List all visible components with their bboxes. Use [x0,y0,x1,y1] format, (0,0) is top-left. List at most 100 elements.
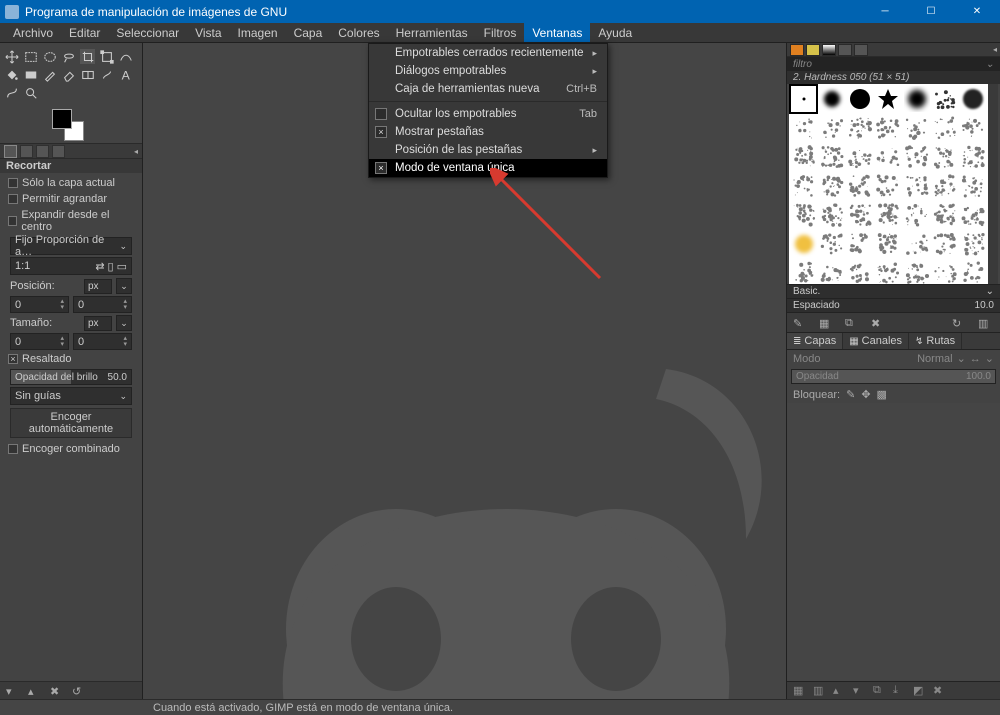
tab-images[interactable] [52,145,65,158]
portrait-icon[interactable]: ▯ [108,260,114,273]
brush-cell[interactable] [960,230,987,258]
brush-cell[interactable] [790,114,817,142]
tab-layers[interactable]: ≣Capas [787,333,843,349]
opt-allow-grow[interactable]: Permitir agrandar [4,191,138,207]
brush-cell[interactable] [960,143,987,171]
brush-cell[interactable] [847,172,874,200]
refresh-brush-icon[interactable]: ↻ [952,317,964,329]
brush-filter[interactable]: filtro⌄ [787,57,1000,71]
zoom-icon[interactable] [23,85,38,100]
transform-icon[interactable] [99,49,114,64]
brush-cell[interactable] [818,114,845,142]
menuitem[interactable]: ×Mostrar pestañas [369,123,607,141]
lock-pixels-icon[interactable]: ✎ [846,388,855,401]
open-as-image-icon[interactable]: ▥ [978,317,990,329]
size-h-input[interactable]: 0▴▾ [73,333,132,350]
mask-icon[interactable]: ◩ [913,684,925,697]
path-icon[interactable] [4,85,19,100]
tab-tool-options[interactable] [4,145,17,158]
brush-cell[interactable] [960,172,987,200]
opt-shrink-merged[interactable]: Encoger combinado [4,441,138,457]
tab-patterns[interactable] [806,44,820,56]
close-button[interactable]: ✕ [954,0,1000,23]
eraser-icon[interactable] [61,67,76,82]
minimize-button[interactable]: ─ [862,0,908,23]
position-unit[interactable]: px [84,279,112,294]
menu-colores[interactable]: Colores [330,23,387,42]
brush-cell[interactable] [875,259,902,284]
menuitem[interactable]: Ocultar los empotrablesTab [369,105,607,123]
raise-layer-icon[interactable]: ▴ [833,684,845,697]
lock-position-icon[interactable]: ✥ [861,388,870,401]
menuitem[interactable]: Diálogos empotrables▸ [369,62,607,80]
new-brush-icon[interactable]: ▦ [819,317,831,329]
bucket-icon[interactable] [4,67,19,82]
rect-select-icon[interactable] [23,49,38,64]
pos-y-input[interactable]: 0▴▾ [73,296,132,313]
chevron-down-icon[interactable]: ⌄ [116,315,132,331]
layer-mode-row[interactable]: ModoNormal⌄↔⌄ [787,350,1000,367]
aspect-ratio-field[interactable]: 1:1⇄▯▭ [10,257,132,275]
brush-cell[interactable] [847,230,874,258]
duplicate-layer-icon[interactable]: ⧉ [873,684,885,697]
crop-tool-icon[interactable] [80,49,95,64]
brush-cell[interactable] [931,172,958,200]
brush-cell[interactable] [790,172,817,200]
brush-cell[interactable] [847,114,874,142]
swap-icon[interactable]: ⇄ [95,260,104,273]
text-tool-icon[interactable]: A [118,67,133,82]
brush-preset-row[interactable]: Basic.⌄ [787,284,1000,298]
brush-spacing-row[interactable]: Espaciado10.0 [787,298,1000,312]
brush-cell[interactable] [847,259,874,284]
brush-cell[interactable] [818,172,845,200]
menu-ayuda[interactable]: Ayuda [590,23,640,42]
brush-cell[interactable] [818,259,845,284]
brush-cell[interactable] [931,85,958,113]
brush-cell[interactable] [931,143,958,171]
menuitem[interactable]: Caja de herramientas nuevaCtrl+B [369,80,607,98]
menu-imagen[interactable]: Imagen [230,23,286,42]
opt-highlight[interactable]: Resaltado [4,351,138,367]
tab-history[interactable] [854,44,868,56]
brush-cell[interactable] [960,85,987,113]
delete-layer-icon[interactable]: ✖ [933,684,945,697]
new-layer-icon[interactable]: ▦ [793,684,805,697]
menu-ventanas[interactable]: Ventanas [524,23,590,42]
size-w-input[interactable]: 0▴▾ [10,333,69,350]
menu-archivo[interactable]: Archivo [5,23,61,42]
brush-cell[interactable] [790,201,817,229]
save-preset-icon[interactable]: ▾ [6,685,18,697]
opt-expand-center[interactable]: Expandir desde el centro [4,207,138,235]
tab-paths[interactable]: ↯Rutas [909,333,962,349]
lower-layer-icon[interactable]: ▾ [853,684,865,697]
delete-preset-icon[interactable]: ✖ [50,685,62,697]
brush-cell[interactable] [847,201,874,229]
brush-cell[interactable] [931,230,958,258]
tab-device-status[interactable] [20,145,33,158]
color-swatches[interactable] [52,109,84,141]
brush-cell[interactable] [960,259,987,284]
brush-icon[interactable] [42,67,57,82]
lasso-icon[interactable] [61,49,76,64]
size-unit[interactable]: px [84,316,112,331]
brush-cell[interactable] [903,143,930,171]
autoshrink-button[interactable]: Encoger automáticamente [10,408,132,438]
brush-cell[interactable] [790,259,817,284]
brush-cell[interactable] [818,85,845,113]
menu-filtros[interactable]: Filtros [476,23,525,42]
menuitem[interactable]: Empotrables cerrados recientemente▸ [369,44,607,62]
restore-preset-icon[interactable]: ▴ [28,685,40,697]
tab-undo-history[interactable] [36,145,49,158]
brush-cell[interactable] [960,114,987,142]
gradient-icon[interactable] [23,67,38,82]
brush-cell[interactable] [903,259,930,284]
brush-cell[interactable] [875,201,902,229]
tab-menu-icon[interactable]: ◂ [134,147,138,156]
brush-cell[interactable] [847,143,874,171]
brush-cell[interactable] [903,201,930,229]
brush-cell[interactable] [790,85,817,113]
highlight-opacity-slider[interactable]: Opacidad del brillo50.0 [10,369,132,385]
landscape-icon[interactable]: ▭ [117,260,127,273]
menu-vista[interactable]: Vista [187,23,229,42]
new-group-icon[interactable]: ▥ [813,684,825,697]
